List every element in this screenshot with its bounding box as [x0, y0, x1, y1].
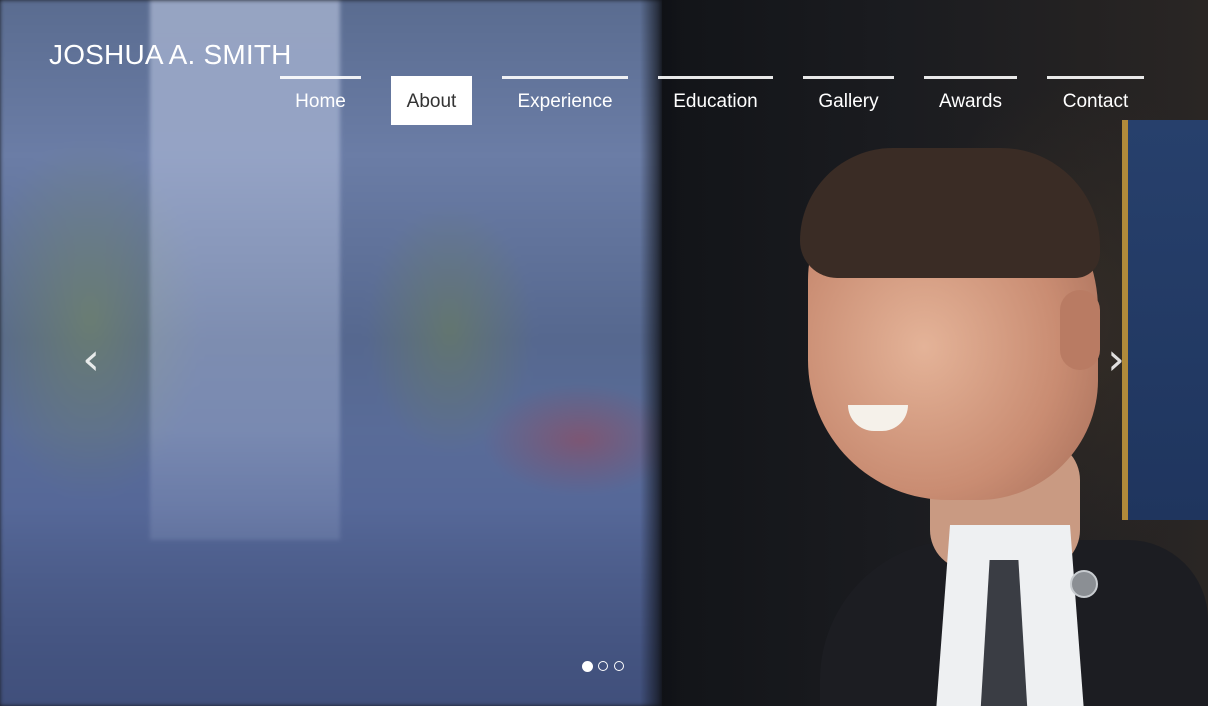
site-title[interactable]: JOSHUA A. SMITH: [49, 39, 292, 71]
carousel-next-button[interactable]: ›: [1096, 336, 1136, 384]
chevron-right-icon: ›: [1107, 334, 1125, 385]
nav-gallery[interactable]: Gallery: [803, 76, 894, 125]
carousel-dot-2[interactable]: [598, 661, 608, 671]
carousel-dot-1[interactable]: [582, 660, 593, 672]
ear: [1060, 290, 1100, 370]
chevron-left-icon: ‹: [82, 334, 100, 385]
nav-contact[interactable]: Contact: [1047, 76, 1144, 125]
hair: [800, 148, 1100, 278]
carousel-dot-3[interactable]: [614, 661, 624, 671]
carousel-indicators: [582, 660, 630, 673]
nav-home[interactable]: Home: [280, 76, 361, 125]
carousel-prev-button[interactable]: ‹: [71, 336, 111, 384]
nav-about[interactable]: About: [391, 76, 472, 125]
portrait-photo: [760, 140, 1208, 706]
nav-education[interactable]: Education: [658, 76, 773, 125]
lapel-pin: [1070, 570, 1098, 598]
nav-awards[interactable]: Awards: [924, 76, 1017, 125]
nav-experience[interactable]: Experience: [502, 76, 628, 125]
